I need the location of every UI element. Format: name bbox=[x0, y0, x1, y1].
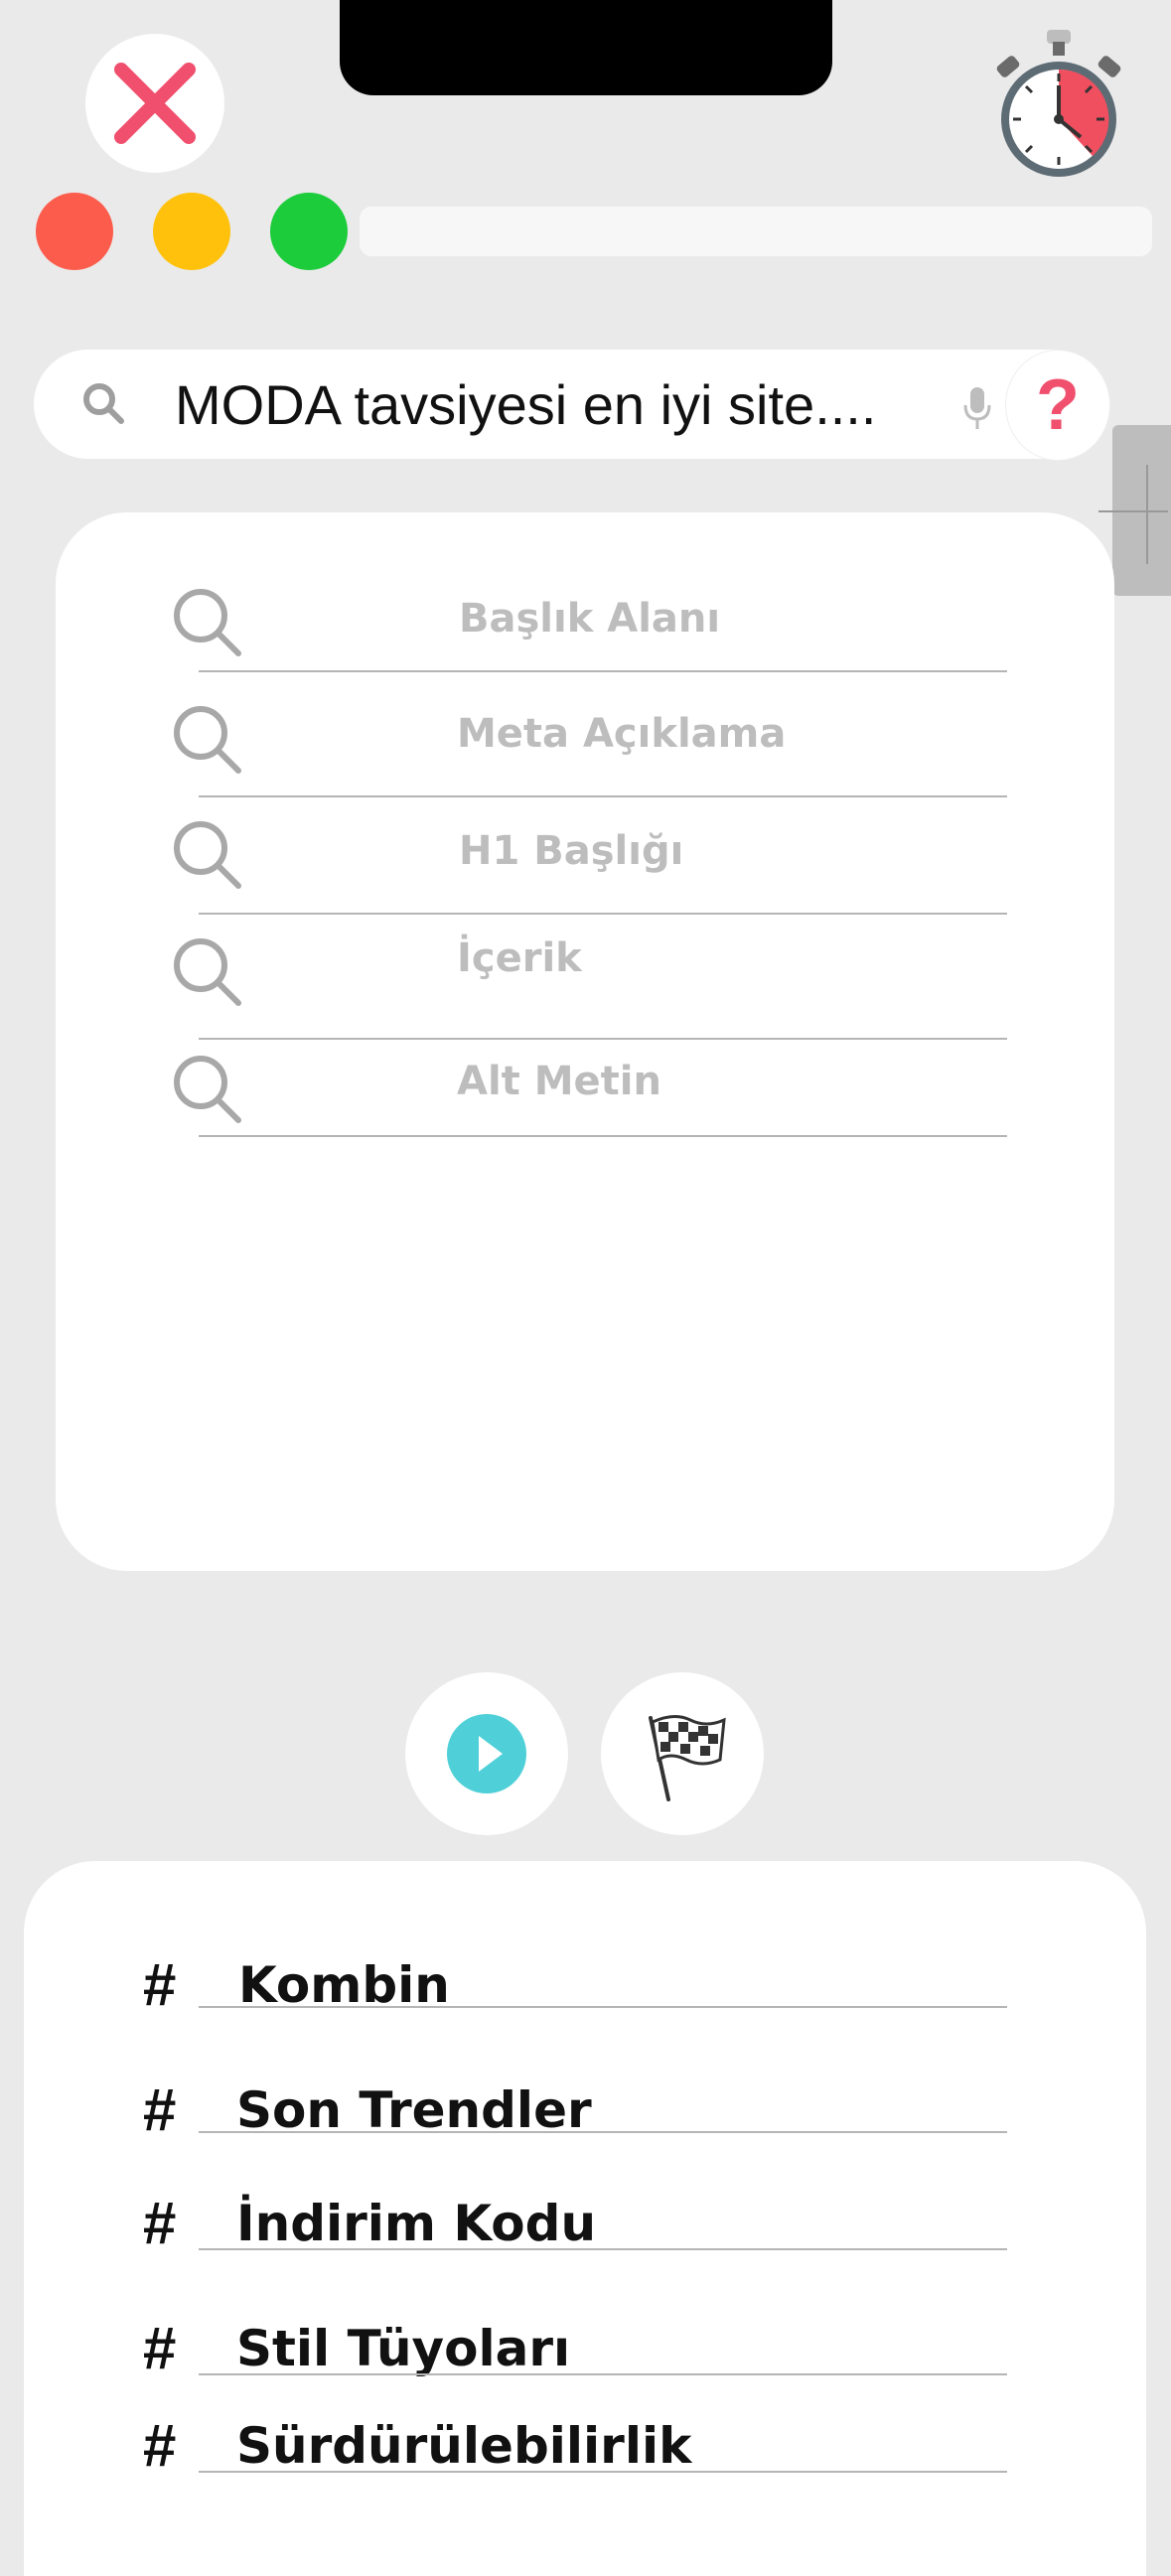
hashtag-underline bbox=[199, 2248, 1007, 2250]
search-query[interactable]: MODA tavsiyesi en iyi site.... bbox=[175, 369, 969, 441]
play-icon bbox=[447, 1714, 526, 1793]
close-icon bbox=[114, 63, 196, 144]
window-close-dot[interactable] bbox=[36, 193, 113, 270]
device-notch bbox=[340, 0, 832, 95]
side-scroll-handle[interactable] bbox=[1098, 425, 1171, 596]
search-icon bbox=[174, 938, 241, 1006]
hashtag-underline bbox=[199, 2471, 1007, 2473]
field-underline bbox=[199, 670, 1007, 672]
hash-symbol: # bbox=[143, 2190, 177, 2256]
seo-field-label: Alt Metin bbox=[457, 1059, 661, 1104]
seo-fields-panel: Başlık Alanı Meta Açıklama H1 Başlığı İç… bbox=[56, 512, 1114, 1571]
hash-symbol: # bbox=[143, 2412, 177, 2479]
help-button[interactable]: ? bbox=[1005, 350, 1110, 461]
hash-symbol: # bbox=[143, 2076, 177, 2143]
search-icon bbox=[83, 383, 124, 424]
hashtag-label: Stil Tüyoları bbox=[236, 2320, 571, 2377]
hashtag-underline bbox=[199, 2373, 1007, 2375]
stopwatch-icon bbox=[996, 30, 1121, 177]
window-minimize-dot[interactable] bbox=[153, 193, 230, 270]
field-underline bbox=[199, 913, 1007, 915]
hashtag-label: Sürdürülebilirlik bbox=[236, 2417, 692, 2475]
field-underline bbox=[199, 1135, 1007, 1137]
search-icon bbox=[174, 589, 241, 656]
seo-field-label: Meta Açıklama bbox=[457, 711, 787, 757]
checkered-flag-icon bbox=[649, 1715, 726, 1801]
field-underline bbox=[199, 1038, 1007, 1040]
address-bar[interactable] bbox=[360, 207, 1152, 256]
hash-symbol: # bbox=[143, 2315, 177, 2381]
search-icon bbox=[174, 821, 241, 889]
field-underline bbox=[199, 795, 1007, 797]
close-button[interactable] bbox=[85, 34, 224, 173]
search-icon bbox=[174, 1056, 241, 1123]
stopwatch-timer[interactable] bbox=[989, 24, 1128, 183]
hashtag-underline bbox=[199, 2006, 1007, 2008]
hashtag-underline bbox=[199, 2131, 1007, 2133]
search-icon bbox=[174, 706, 241, 774]
seo-field-label: H1 Başlığı bbox=[459, 828, 684, 874]
help-label: ? bbox=[1036, 365, 1080, 445]
finish-button[interactable] bbox=[601, 1672, 764, 1835]
play-button[interactable] bbox=[405, 1672, 568, 1835]
window-maximize-dot[interactable] bbox=[270, 193, 348, 270]
search-bar[interactable]: MODA tavsiyesi en iyi site.... bbox=[34, 350, 1108, 459]
seo-field-label: İçerik bbox=[457, 935, 582, 981]
hashtags-panel: # Kombin # Son Trendler # İndirim Kodu #… bbox=[24, 1861, 1146, 2576]
microphone-icon[interactable] bbox=[957, 383, 997, 433]
hashtag-label: İndirim Kodu bbox=[236, 2195, 597, 2252]
hash-symbol: # bbox=[143, 1951, 177, 2018]
seo-field-label: Başlık Alanı bbox=[459, 596, 721, 642]
